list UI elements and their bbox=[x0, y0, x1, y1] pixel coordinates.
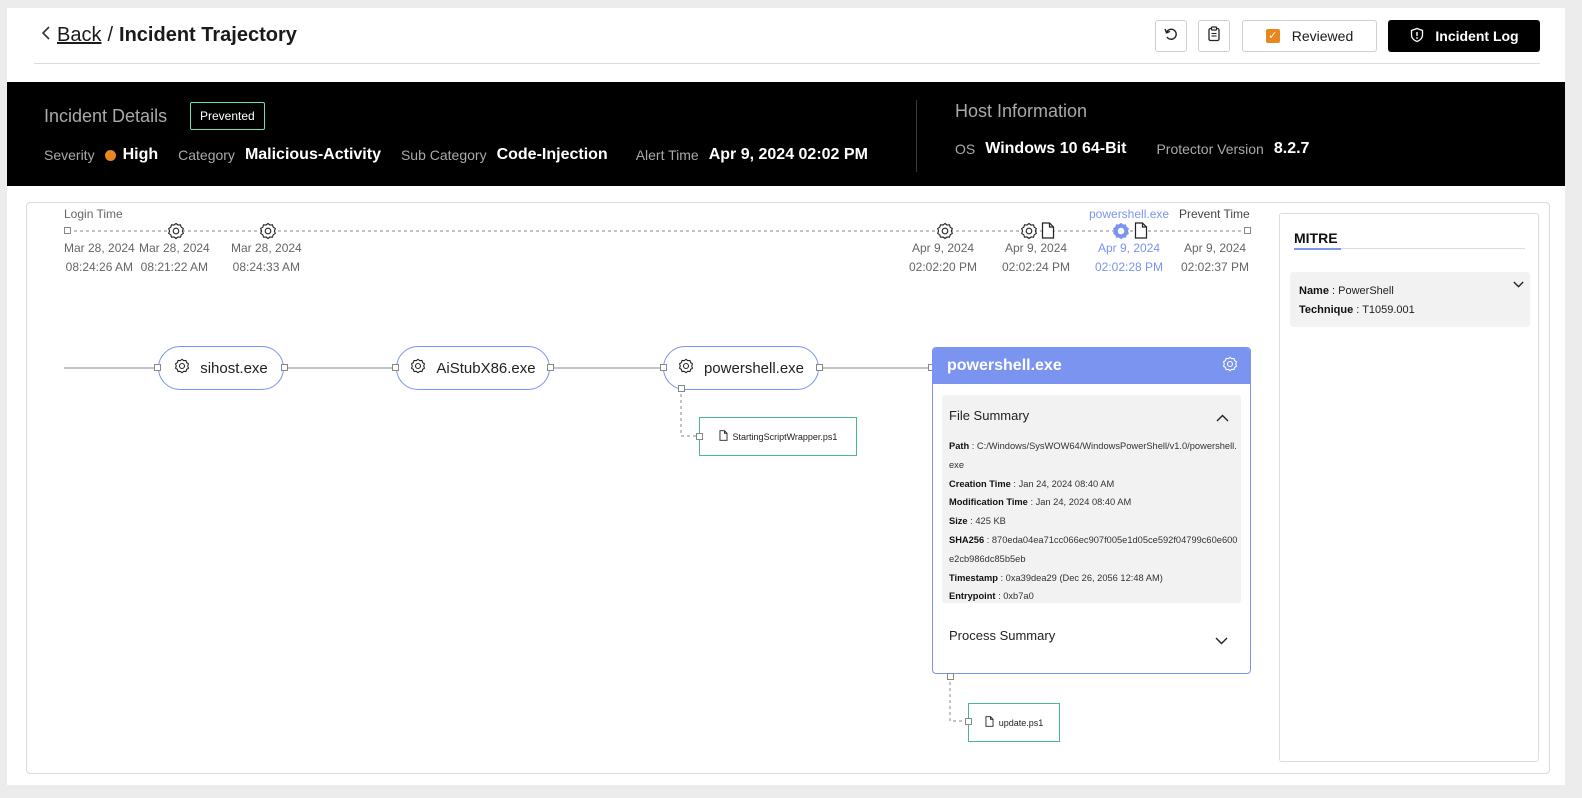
incident-details-row: Severity High Category Malicious-Activit… bbox=[44, 146, 888, 164]
field-value: 0xa39dea29 (Dec 26, 2056 12:48 AM) bbox=[1005, 572, 1163, 583]
process-node-sihost[interactable]: sihost.exe bbox=[158, 346, 284, 390]
os-label: OS bbox=[955, 141, 976, 157]
file-summary-section: File Summary Path : C:/Windows/SysWOW64/… bbox=[942, 395, 1241, 603]
severity-label: Severity bbox=[44, 147, 95, 163]
back-link[interactable]: Back bbox=[57, 24, 101, 47]
node-port[interactable] bbox=[696, 433, 703, 440]
process-node-label: AiStubX86.exe bbox=[436, 359, 536, 377]
incident-log-label: Incident Log bbox=[1435, 28, 1519, 44]
node-port[interactable] bbox=[816, 364, 823, 371]
breadcrumb: Back / Incident Trajectory bbox=[41, 24, 297, 47]
node-port[interactable] bbox=[281, 364, 288, 371]
process-summary-title[interactable]: Process Summary bbox=[949, 628, 1055, 643]
mitre-technique-value: T1059.001 bbox=[1362, 304, 1415, 316]
field-value: Jan 24, 2024 08:40 AM bbox=[1035, 497, 1132, 508]
process-node-aistub[interactable]: AiStubX86.exe bbox=[396, 346, 550, 390]
notes-button[interactable] bbox=[1198, 20, 1230, 52]
field-value: 0xb7a0 bbox=[1003, 591, 1034, 602]
reviewed-label: Reviewed bbox=[1291, 28, 1354, 44]
file-icon bbox=[985, 716, 994, 729]
host-info-title: Host Information bbox=[955, 101, 1088, 121]
clipboard-icon bbox=[1206, 25, 1222, 47]
mitre-title: MITRE bbox=[1294, 230, 1338, 246]
node-port[interactable] bbox=[154, 364, 161, 371]
field-modification-time: Modification Time : Jan 24, 2024 08:40 A… bbox=[949, 497, 1132, 508]
field-timestamp: Timestamp : 0xa39dea29 (Dec 26, 2056 12:… bbox=[949, 572, 1163, 583]
mitre-name-value: PowerShell bbox=[1338, 285, 1394, 297]
field-value: Jan 24, 2024 08:40 AM bbox=[1018, 478, 1115, 489]
reviewed-button[interactable]: ✓ Reviewed bbox=[1242, 20, 1377, 52]
file-node-startingscriptwrapper[interactable]: StartingScriptWrapper.ps1 bbox=[699, 417, 857, 456]
severity-value: High bbox=[122, 146, 159, 163]
protector-version-label: Protector Version bbox=[1156, 141, 1264, 157]
chevron-down-icon[interactable] bbox=[1215, 632, 1228, 650]
node-port[interactable] bbox=[547, 364, 554, 371]
page: Back / Incident Trajectory ✓ Reviewed In… bbox=[7, 8, 1565, 785]
shield-alert-icon bbox=[1409, 27, 1425, 46]
chevron-up-icon[interactable] bbox=[1216, 409, 1229, 427]
file-node-update[interactable]: update.ps1 bbox=[968, 703, 1060, 742]
incident-log-button[interactable]: Incident Log bbox=[1388, 20, 1540, 52]
node-port[interactable] bbox=[947, 673, 954, 680]
host-info-row: OS Windows 10 64-Bit Protector Version 8… bbox=[955, 140, 1329, 158]
protector-version-value: 8.2.7 bbox=[1273, 140, 1310, 157]
gear-icon bbox=[1222, 356, 1238, 377]
gear-icon bbox=[410, 358, 426, 378]
field-value: 870eda04ea71cc066ec907f005e1d05ce592f047… bbox=[949, 534, 1238, 564]
field-size: Size : 425 KB bbox=[949, 516, 1006, 527]
process-detail-panel[interactable]: powershell.exe File Summary Path : C:/Wi… bbox=[932, 347, 1251, 674]
process-node-powershell[interactable]: powershell.exe bbox=[663, 346, 819, 390]
node-port[interactable] bbox=[392, 364, 399, 371]
mitre-tab-indicator bbox=[1294, 248, 1341, 250]
process-node-label: sihost.exe bbox=[200, 359, 268, 377]
category-label: Category bbox=[178, 147, 235, 163]
field-entrypoint: Entrypoint : 0xb7a0 bbox=[949, 591, 1034, 602]
mitre-technique-card[interactable]: Name : PowerShell Technique : T1059.001 bbox=[1290, 272, 1530, 327]
banner-divider bbox=[916, 100, 917, 172]
page-title: Incident Trajectory bbox=[119, 24, 297, 46]
file-node-label: update.ps1 bbox=[998, 717, 1044, 728]
checkbox-icon[interactable]: ✓ bbox=[1265, 29, 1280, 43]
gear-icon bbox=[174, 358, 190, 378]
field-value: C:/Windows/SysWOW64/WindowsPowerShell/v1… bbox=[949, 441, 1237, 470]
node-port[interactable] bbox=[660, 364, 667, 371]
gear-icon bbox=[678, 358, 694, 378]
category-value: Malicious-Activity bbox=[244, 146, 381, 163]
refresh-button[interactable] bbox=[1155, 20, 1187, 52]
panel-header: powershell.exe bbox=[933, 348, 1250, 384]
subcategory-label: Sub Category bbox=[400, 147, 487, 163]
chevron-down-icon[interactable] bbox=[1513, 276, 1524, 295]
severity-dot-icon bbox=[104, 149, 116, 161]
node-port[interactable] bbox=[678, 385, 685, 392]
file-node-label: StartingScriptWrapper.ps1 bbox=[732, 431, 838, 442]
mitre-panel: MITRE Name : PowerShell Technique : T105… bbox=[1279, 213, 1539, 762]
alert-time-label: Alert Time bbox=[635, 147, 699, 163]
process-node-label: powershell.exe bbox=[703, 359, 805, 377]
chevron-left-icon[interactable] bbox=[41, 25, 51, 46]
mitre-name-row: Name : PowerShell bbox=[1299, 285, 1394, 297]
field-path: Path : C:/Windows/SysWOW64/WindowsPowerS… bbox=[949, 441, 1237, 470]
field-value: 425 KB bbox=[975, 516, 1006, 527]
mitre-technique-row: Technique : T1059.001 bbox=[1299, 304, 1415, 316]
breadcrumb-separator: / bbox=[107, 24, 114, 46]
file-summary-fields: Path : C:/Windows/SysWOW64/WindowsPowerS… bbox=[949, 437, 1239, 606]
node-port[interactable] bbox=[965, 718, 972, 725]
subcategory-value: Code-Injection bbox=[496, 146, 608, 163]
trajectory-canvas[interactable]: Login Time Prevent Time powershell.exe M… bbox=[26, 202, 1550, 774]
field-creation-time: Creation Time : Jan 24, 2024 08:40 AM bbox=[949, 478, 1115, 489]
incident-details-title: Incident Details bbox=[44, 106, 168, 126]
file-icon bbox=[719, 430, 728, 443]
status-badge: Prevented bbox=[190, 102, 265, 130]
panel-title: powershell.exe bbox=[947, 357, 1062, 374]
field-sha256: SHA256 : 870eda04ea71cc066ec907f005e1d05… bbox=[949, 534, 1238, 564]
header-divider bbox=[34, 63, 1540, 64]
file-summary-title[interactable]: File Summary bbox=[949, 408, 1029, 423]
os-value: Windows 10 64-Bit bbox=[985, 140, 1127, 157]
alert-time-value: Apr 9, 2024 02:02 PM bbox=[708, 146, 868, 163]
undo-icon bbox=[1163, 26, 1179, 47]
incident-banner: Incident Details Prevented Severity High… bbox=[7, 82, 1565, 186]
